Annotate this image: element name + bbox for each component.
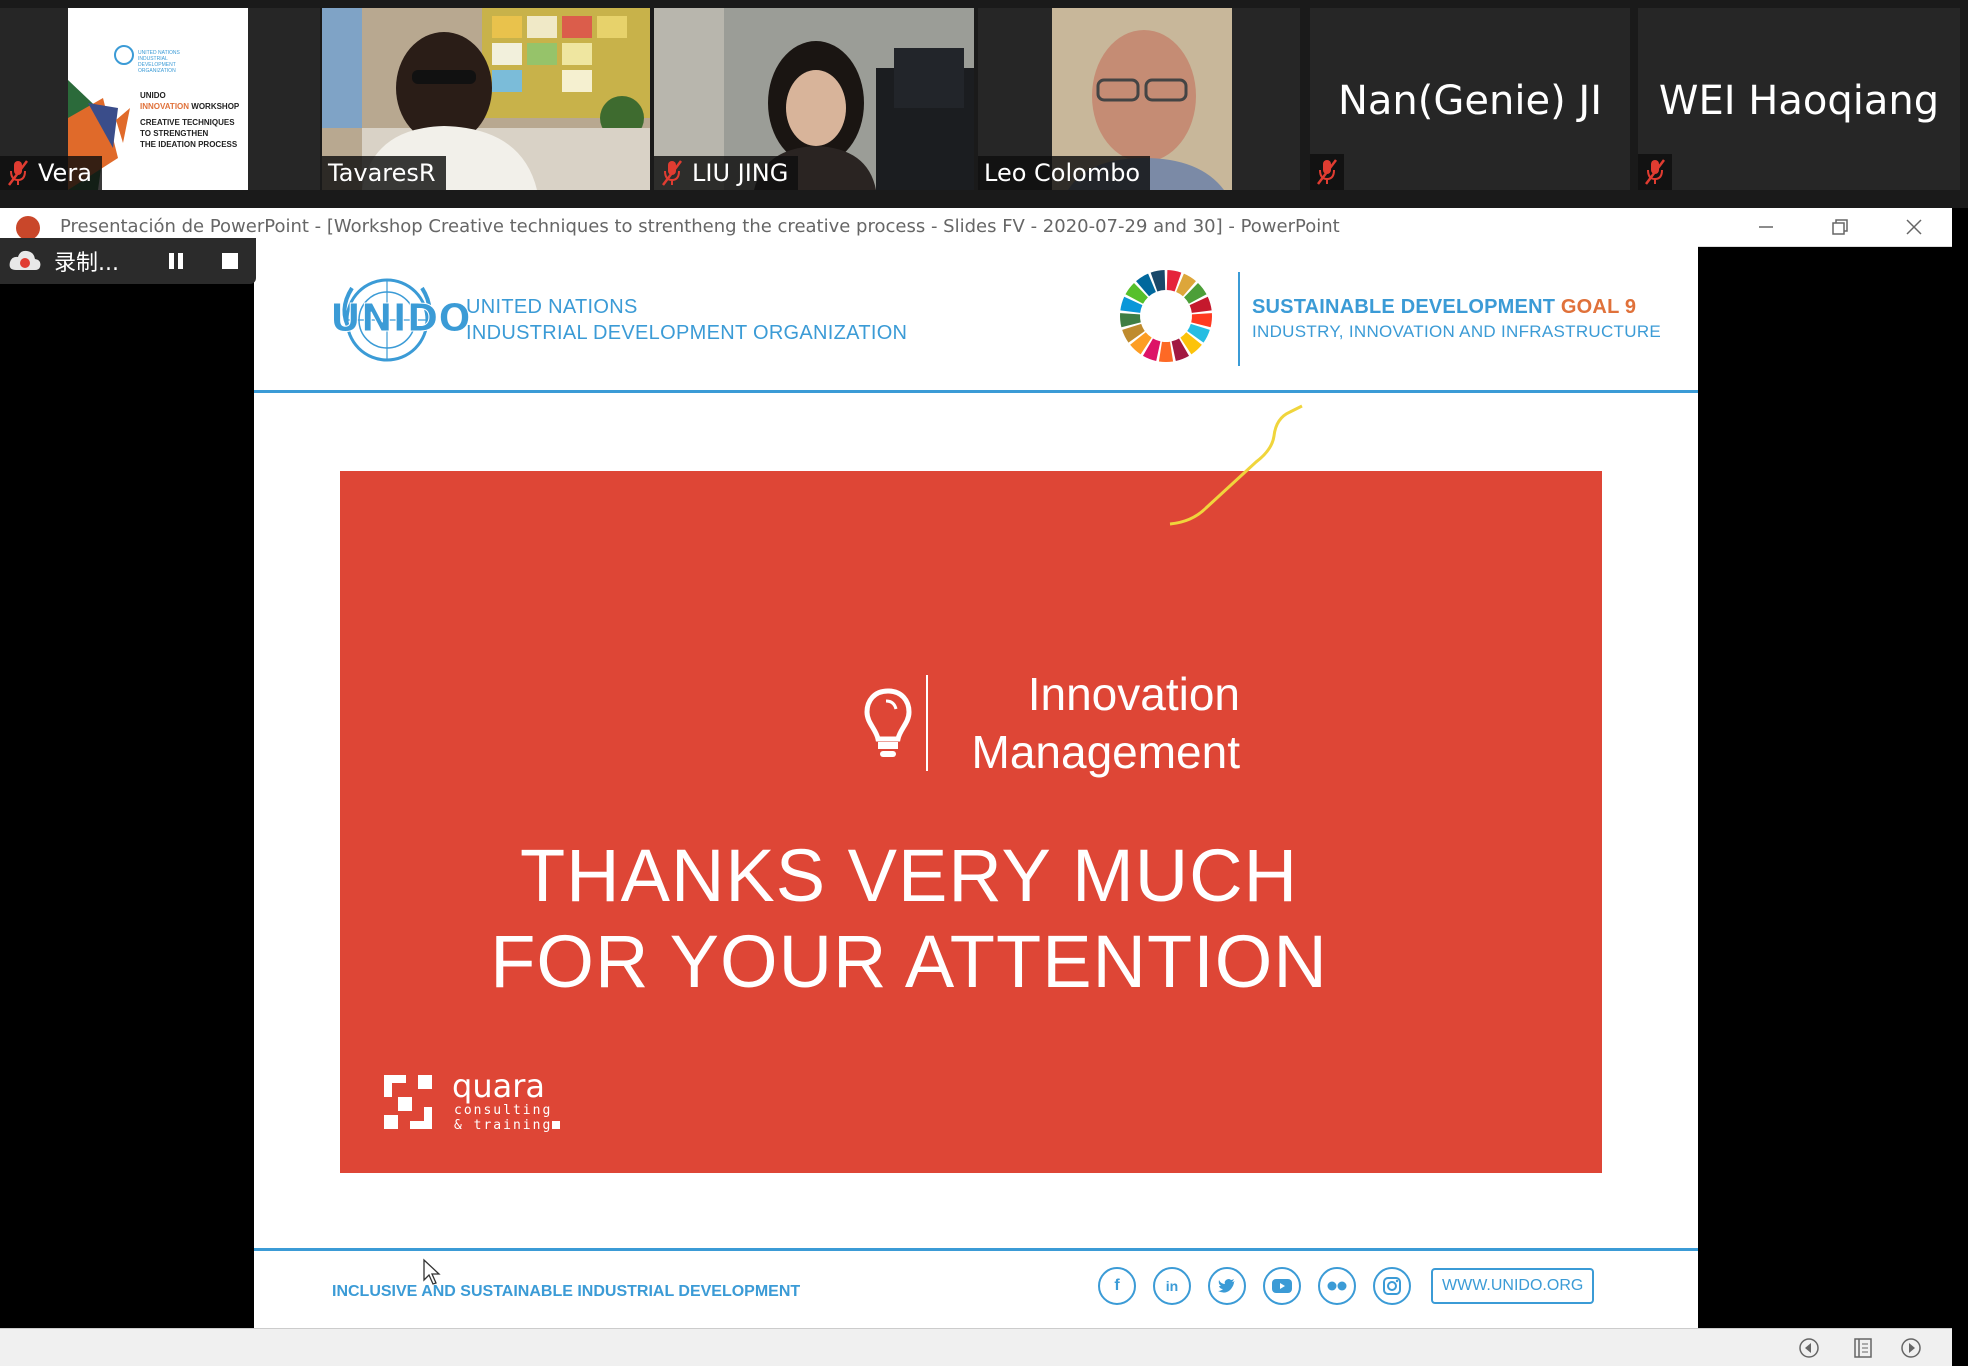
next-slide-button[interactable] — [1900, 1337, 1922, 1364]
flickr-dots-glyph — [1327, 1281, 1347, 1291]
muted-indicator — [1638, 154, 1672, 190]
sdg-wheel-segment — [1158, 341, 1174, 362]
recording-label: 录制... — [54, 251, 119, 276]
quara-logo-icon — [384, 1075, 432, 1129]
slide: UNIDO UNITED NATIONS INDUSTRIAL DEVELOPM… — [254, 246, 1698, 1328]
window-titlebar[interactable]: Presentación de PowerPoint - [Workshop C… — [0, 208, 1952, 247]
sdg-wheel-icon — [1120, 270, 1212, 362]
previous-slide-button[interactable] — [1798, 1337, 1820, 1364]
mouse-cursor-icon — [423, 1258, 441, 1285]
instagram-camera-glyph — [1383, 1277, 1401, 1295]
footer-rule — [254, 1248, 1698, 1251]
quara-brand: quara — [452, 1067, 545, 1105]
slideshow-statusbar — [0, 1328, 1952, 1366]
nametag-liu-jing: LIU JING — [654, 156, 799, 190]
pen-annotation — [1169, 404, 1303, 526]
close-button[interactable] — [1884, 208, 1944, 246]
thanks-line2: FOR YOUR ATTENTION — [490, 920, 1328, 1003]
muted-indicator — [1310, 154, 1344, 190]
previous-icon — [1799, 1338, 1819, 1358]
title-panel: Innovation Management THANKS VERY MUCH F… — [340, 471, 1602, 1173]
quara-tagline-1: consulting — [454, 1103, 553, 1118]
restore-button[interactable] — [1810, 208, 1870, 246]
participant-strip: UNITED NATIONS INDUSTRIAL DEVELOPMENT OR… — [0, 0, 1968, 208]
footer-tagline: INCLUSIVE AND SUSTAINABLE INDUSTRIAL DEV… — [332, 1283, 801, 1300]
minimize-button[interactable] — [1736, 208, 1796, 246]
participant-tile-wei-haoqiang[interactable]: WEI Haoqiang — [1638, 8, 1960, 190]
thanks-line1: THANKS VERY MUCH — [519, 834, 1299, 917]
innovation-title-line1: Innovation — [1027, 668, 1240, 720]
muted-mic-icon — [1317, 159, 1337, 185]
flickr-icon[interactable] — [1318, 1267, 1356, 1305]
participant-name: LIU JING — [692, 159, 789, 187]
twitter-bird-glyph — [1218, 1279, 1235, 1293]
nametag-leo-colombo: Leo Colombo — [978, 156, 1151, 190]
header-rule — [254, 390, 1698, 393]
thumbnail-org: UNITED NATIONS INDUSTRIAL DEVELOPMENT OR… — [138, 50, 180, 74]
sdg-subheading: INDUSTRY, INNOVATION AND INFRASTRUCTURE — [1252, 322, 1662, 341]
nametag-tavaresr: TavaresR — [322, 156, 446, 190]
thumbnail-line4: TO STRENGTHEN — [140, 129, 209, 138]
slide-menu-button[interactable] — [1852, 1337, 1874, 1364]
participant-tile-liu-jing[interactable]: LIU JING — [654, 8, 974, 190]
participant-name: TavaresR — [328, 159, 436, 187]
thumbnail-line3: CREATIVE TECHNIQUES — [140, 118, 235, 127]
participant-tile-vera[interactable]: UNITED NATIONS INDUSTRIAL DEVELOPMENT OR… — [0, 8, 320, 190]
pause-icon — [169, 253, 183, 269]
thumbnail-line2b: WORKSHOP — [189, 102, 240, 111]
stop-icon — [222, 253, 238, 269]
participant-tile-nan-genie-ji[interactable]: Nan(Genie) JI — [1310, 8, 1630, 190]
sdg-goal: GOAL 9 — [1560, 296, 1637, 318]
pause-recording-button[interactable] — [166, 251, 186, 271]
participant-name: WEI Haoqiang — [1658, 78, 1940, 124]
nametag-vera: Vera — [0, 156, 102, 190]
sdg-divider — [1238, 272, 1240, 366]
facebook-icon[interactable]: f — [1098, 1267, 1136, 1305]
restore-icon — [1832, 219, 1848, 235]
close-icon — [1906, 219, 1922, 235]
youtube-play-glyph — [1272, 1279, 1292, 1293]
muted-mic-icon — [662, 160, 682, 186]
sdg-heading: SUSTAINABLE DEVELOPMENT GOAL 9 — [1252, 296, 1636, 319]
menu-icon — [1854, 1338, 1872, 1358]
quara-tagline: consulting & training — [454, 1103, 552, 1133]
participant-name: Nan(Genie) JI — [1338, 78, 1602, 124]
next-icon — [1901, 1338, 1921, 1358]
unido-wordmark: UNIDO — [330, 296, 472, 341]
linkedin-icon[interactable]: in — [1153, 1267, 1191, 1305]
thumbnail-line5: THE IDEATION PROCESS — [140, 140, 238, 149]
youtube-icon[interactable] — [1263, 1267, 1301, 1305]
org-name-line2: INDUSTRIAL DEVELOPMENT ORGANIZATION — [466, 322, 908, 344]
org-name-line1: UNITED NATIONS — [466, 296, 638, 318]
quara-dot — [552, 1121, 560, 1129]
stop-recording-button[interactable] — [220, 251, 240, 271]
lightbulb-icon — [864, 688, 912, 757]
thumbnail-line2a: INNOVATION — [140, 102, 190, 111]
participant-name: Vera — [38, 159, 92, 187]
twitter-icon[interactable] — [1208, 1267, 1246, 1305]
muted-mic-icon — [8, 160, 28, 186]
website-link[interactable]: WWW.UNIDO.ORG — [1431, 1268, 1595, 1304]
thumbnail-line1: UNIDO — [140, 91, 166, 100]
cloud-recording-icon — [9, 250, 41, 270]
powerpoint-window: Presentación de PowerPoint - [Workshop C… — [0, 208, 1952, 1366]
innovation-title-line2: Management — [971, 726, 1241, 778]
participant-tile-leo-colombo[interactable]: Leo Colombo — [978, 8, 1300, 190]
participant-name: Leo Colombo — [984, 159, 1141, 187]
participant-tile-tavaresr[interactable]: TavaresR — [322, 8, 650, 190]
powerpoint-app-icon — [16, 216, 40, 240]
minimize-icon — [1759, 226, 1773, 228]
muted-mic-icon — [1645, 159, 1665, 185]
instagram-icon[interactable] — [1373, 1267, 1411, 1305]
sdg-heading-a: SUSTAINABLE DEVELOPMENT — [1252, 296, 1561, 318]
quara-tagline-2: & training — [454, 1118, 553, 1133]
recording-bar: 录制... — [0, 238, 256, 284]
innovation-divider — [926, 675, 928, 771]
